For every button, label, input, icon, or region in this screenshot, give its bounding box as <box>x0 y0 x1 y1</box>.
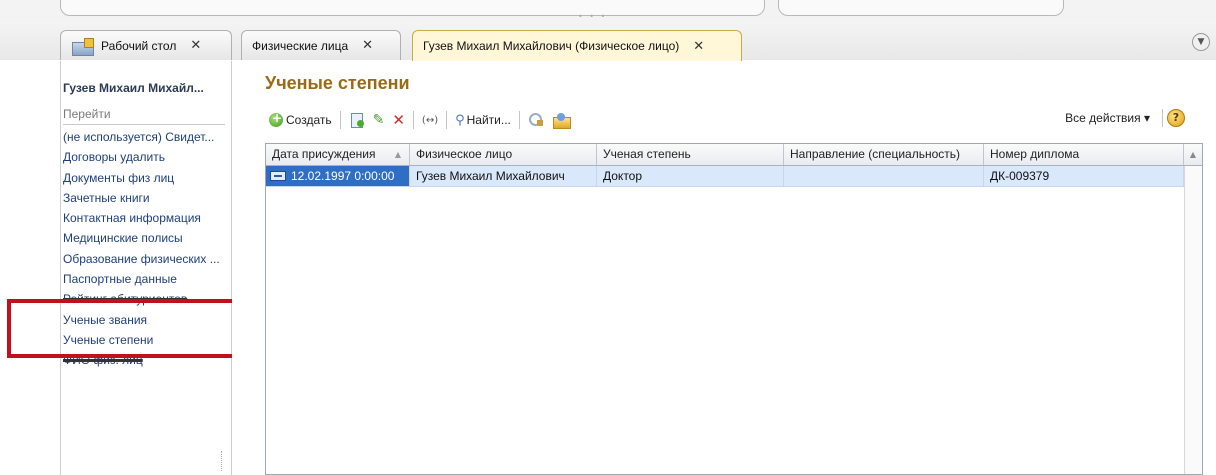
nav-item-record-books[interactable]: Зачетные книги <box>63 188 229 208</box>
table-header: Дата присуждения ▲ Физическое лицо Учена… <box>266 144 1202 166</box>
close-icon[interactable]: ✕ <box>362 38 373 53</box>
column-header-date[interactable]: Дата присуждения ▲ <box>266 144 410 165</box>
scroll-up-icon[interactable]: ▲ <box>1184 144 1202 165</box>
toolbar-separator <box>446 111 448 129</box>
nav-item-contact-info[interactable]: Контактная информация <box>63 208 229 228</box>
nav-item-person-documents[interactable]: Документы физ лиц <box>63 168 229 188</box>
cell-date[interactable]: 12.02.1997 0:00:00 <box>266 166 410 186</box>
desktop-icon <box>71 37 94 56</box>
delete-icon: ✕ <box>392 111 405 129</box>
cell-specialty[interactable] <box>784 166 984 186</box>
toolbar-separator <box>339 111 341 129</box>
pencil-icon: ✎ <box>372 112 385 128</box>
toolbar-separator <box>412 111 414 129</box>
address-field[interactable] <box>60 0 765 16</box>
copy-icon <box>349 112 365 128</box>
copy-button[interactable] <box>345 109 369 131</box>
tab-desktop[interactable]: Рабочий стол ✕ <box>60 30 232 60</box>
message-button[interactable] <box>548 109 574 131</box>
create-button[interactable]: Создать <box>265 109 336 131</box>
toolbar-separator <box>518 111 520 129</box>
nav-item-contracts-delete[interactable]: Договоры удалить <box>63 147 229 167</box>
delete-button[interactable]: ✕ <box>388 109 409 131</box>
main-content: Ученые степени Создать ✎ ✕ (↔) ⚲ Найти..… <box>232 61 1216 475</box>
close-icon[interactable]: ✕ <box>693 39 704 54</box>
message-icon <box>552 113 571 129</box>
add-icon <box>269 111 283 127</box>
panel-title: Гузев Михаил Михайл... <box>63 81 204 95</box>
create-label: Создать <box>286 113 332 127</box>
top-strip: • • • <box>0 0 1216 22</box>
column-header-diploma[interactable]: Номер диплома <box>984 144 1184 165</box>
drag-handle-dots[interactable]: • • • <box>578 12 607 21</box>
cell-person[interactable]: Гузев Михаил Михайлович <box>410 166 597 186</box>
close-icon[interactable]: ✕ <box>190 38 201 53</box>
tab-label: Рабочий стол <box>101 38 177 53</box>
record-icon <box>270 171 286 181</box>
tab-individuals[interactable]: Физические лица ✕ <box>241 30 401 60</box>
toolbar-right: Все действия ▾ ? <box>1065 109 1185 127</box>
edit-button[interactable]: ✎ <box>369 109 389 131</box>
page-title: Ученые степени <box>265 73 410 93</box>
all-actions-button[interactable]: Все действия ▾ <box>1065 111 1150 125</box>
navigation-panel: Гузев Михаил Михайл... Перейти (не испол… <box>60 61 232 475</box>
nav-item-medical-policies[interactable]: Медицинские полисы <box>63 228 229 248</box>
find-button[interactable]: ⚲ Найти... <box>451 109 515 131</box>
toolbar-separator <box>1162 109 1163 127</box>
find-label: Найти... <box>466 113 511 127</box>
nav-item-unused-certificates[interactable]: (не используется) Свидет... <box>63 127 229 147</box>
link-icon: (↔) <box>421 114 439 126</box>
search-icon: ⚲ <box>455 112 465 128</box>
divider <box>63 124 225 125</box>
column-header-person[interactable]: Физическое лицо <box>410 144 597 165</box>
link-button[interactable]: (↔) <box>418 109 442 131</box>
column-header-specialty[interactable]: Направление (специальность) <box>784 144 984 165</box>
tab-label: Физические лица <box>252 38 349 53</box>
toolbar: Создать ✎ ✕ (↔) ⚲ Найти... Все действия … <box>265 107 1185 133</box>
panel-section-label: Перейти <box>63 107 111 121</box>
tabs-bar: Рабочий стол ✕ Физические лица ✕ Гузев М… <box>0 22 1216 61</box>
column-header-degree[interactable]: Ученая степень <box>597 144 784 165</box>
tab-label: Гузев Михаил Михайлович (Физическое лицо… <box>423 39 680 53</box>
chevron-down-icon[interactable]: ▼ <box>1192 33 1210 51</box>
cancel-search-button[interactable] <box>524 109 548 131</box>
vertical-scrollbar[interactable] <box>1184 166 1202 474</box>
cancel-search-icon <box>528 112 544 128</box>
tab-person[interactable]: Гузев Михаил Михайлович (Физическое лицо… <box>412 30 742 61</box>
table-row[interactable]: 12.02.1997 0:00:00 Гузев Михаил Михайлов… <box>266 166 1202 187</box>
cell-diploma[interactable]: ДК-009379 <box>984 166 1184 186</box>
nav-item-education[interactable]: Образование физических ... <box>63 249 229 269</box>
cell-degree[interactable]: Доктор <box>597 166 784 186</box>
help-icon[interactable]: ? <box>1167 109 1185 127</box>
search-field[interactable] <box>778 0 1064 16</box>
sort-asc-icon: ▲ <box>394 150 401 159</box>
degrees-table: Дата присуждения ▲ Физическое лицо Учена… <box>265 143 1203 475</box>
nav-item-passport-data[interactable]: Паспортные данные <box>63 269 229 289</box>
resize-grip[interactable] <box>221 451 225 471</box>
